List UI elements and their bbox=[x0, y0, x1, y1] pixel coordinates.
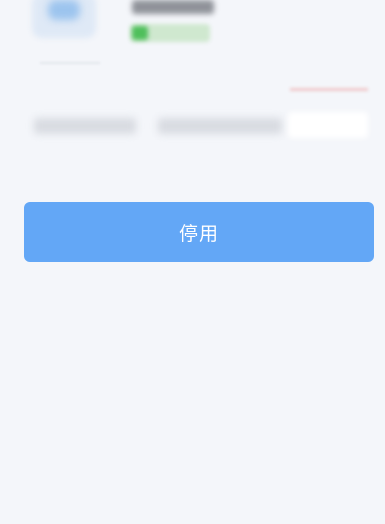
info-text-redacted-1 bbox=[34, 118, 136, 134]
status-indicator-icon bbox=[132, 26, 148, 40]
avatar-icon bbox=[48, 0, 80, 20]
disable-button[interactable]: 停用 bbox=[24, 202, 374, 262]
highlight-line bbox=[290, 88, 368, 91]
info-text-redacted-2 bbox=[158, 118, 282, 134]
account-header bbox=[0, 0, 385, 70]
header-divider bbox=[40, 62, 100, 64]
account-name-redacted bbox=[132, 0, 214, 14]
info-field-redacted[interactable] bbox=[288, 112, 368, 138]
